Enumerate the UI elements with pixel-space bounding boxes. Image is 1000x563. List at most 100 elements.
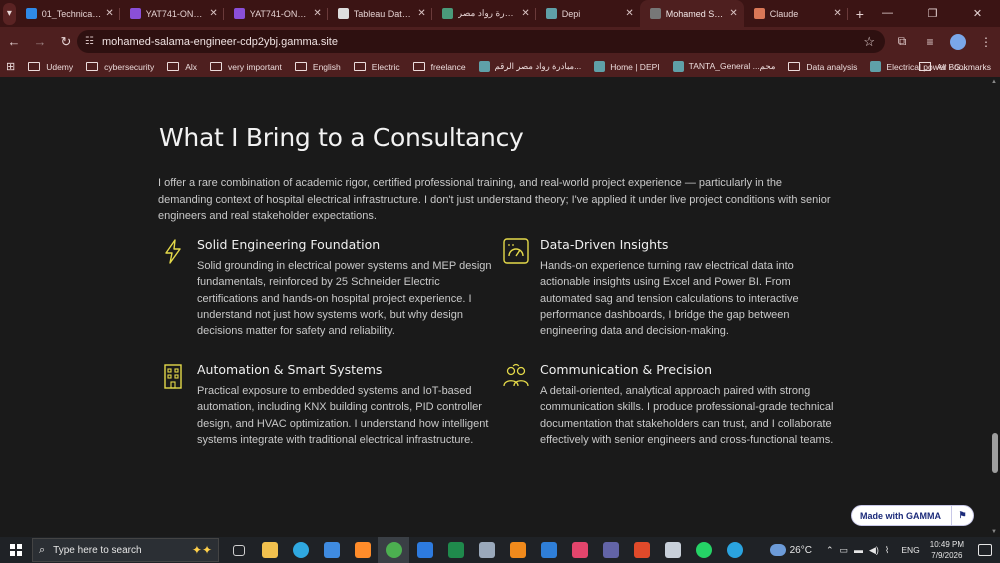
forward-icon[interactable]: → — [28, 34, 52, 49]
app-red-icon[interactable] — [626, 537, 657, 563]
whatsapp-icon[interactable] — [688, 537, 719, 563]
bookmark-label[interactable]: Data analysis — [806, 62, 857, 72]
media-controls-icon[interactable]: ≡ — [916, 35, 944, 49]
tab-close-icon[interactable]: ✕ — [105, 8, 113, 19]
extensions-icon[interactable]: ⧉ — [888, 34, 916, 49]
badge-label[interactable]: Made with GAMMA — [852, 511, 951, 521]
notification-icon[interactable] — [978, 544, 992, 556]
excel-icon[interactable] — [440, 537, 471, 563]
bookmark-label[interactable]: Electric — [372, 62, 400, 72]
browser-tab[interactable]: YAT741-ONL4_DAT✕ — [120, 0, 224, 27]
page-scrollbar[interactable]: ▲ ▼ — [990, 77, 1000, 537]
tab-label[interactable]: YAT741-ONL4_DAT — [146, 9, 206, 19]
store-icon[interactable] — [316, 537, 347, 563]
tab-label[interactable]: Mohamed Salama — [666, 9, 726, 19]
scroll-thumb[interactable] — [992, 433, 998, 473]
bookmark-item[interactable]: Data analysis — [788, 61, 857, 72]
bookmark-label[interactable]: cybersecurity — [104, 62, 154, 72]
keyboard-icon[interactable] — [471, 537, 502, 563]
weather-widget[interactable]: 26°C — [769, 544, 812, 556]
menu-icon[interactable]: ⋮ — [972, 35, 1000, 49]
flag-icon[interactable]: ⚑ — [951, 506, 973, 525]
task-view-icon[interactable] — [223, 537, 254, 563]
made-with-gamma-badge[interactable]: Made with GAMMA ⚑ — [851, 505, 974, 526]
tab-close-icon[interactable]: ✕ — [625, 8, 633, 19]
bookmark-item[interactable]: Udemy — [28, 61, 73, 72]
bookmark-label[interactable]: freelance — [431, 62, 466, 72]
bookmark-label[interactable]: مبادرة رواد مصر الرقم... — [495, 61, 582, 72]
site-info-icon[interactable]: ☷ — [85, 36, 94, 47]
restore-icon[interactable]: ❐ — [910, 7, 955, 20]
volume-icon[interactable]: ◀) — [869, 545, 879, 556]
tab-label[interactable]: Depi — [562, 9, 622, 19]
bookmark-item[interactable]: Home | DEPI — [594, 61, 660, 72]
address-bar[interactable]: ☷ mohamed-salama-engineer-cdp2ybj.gamma.… — [77, 30, 885, 53]
battery-icon[interactable]: ▬ — [854, 545, 863, 555]
bookmark-item[interactable]: TANTA_General ...محم — [672, 61, 776, 72]
telegram-icon[interactable] — [719, 537, 750, 563]
bookmark-star-icon[interactable]: ☆ — [863, 34, 875, 50]
start-button[interactable] — [0, 544, 32, 556]
search-placeholder[interactable]: Type here to search — [53, 545, 141, 556]
minimize-icon[interactable]: — — [865, 7, 910, 20]
bookmark-item[interactable]: very important — [210, 61, 282, 72]
bookmark-label[interactable]: English — [313, 62, 341, 72]
tab-close-icon[interactable]: ✕ — [313, 8, 321, 19]
profile-avatar[interactable] — [950, 33, 966, 50]
apps-grid-icon[interactable]: ⊞ — [6, 60, 15, 73]
bookmark-label[interactable]: Udemy — [46, 62, 73, 72]
close-window-icon[interactable]: ✕ — [955, 7, 1000, 20]
bookmark-label[interactable]: very important — [228, 62, 282, 72]
app-colorful-icon[interactable] — [564, 537, 595, 563]
tab-search-icon[interactable]: ▾ — [3, 2, 16, 25]
tab-label[interactable]: 01_Technical - On — [42, 9, 102, 19]
bookmark-item[interactable]: Electric — [353, 61, 400, 72]
chrome-icon[interactable] — [378, 537, 409, 563]
browser-tab[interactable]: مبادرة رواد مصر ✕ — [432, 0, 536, 27]
vlc-icon[interactable] — [502, 537, 533, 563]
tab-label[interactable]: Tableau Data Rea — [354, 9, 414, 19]
tab-close-icon[interactable]: ✕ — [729, 8, 737, 19]
browser-tab[interactable]: Depi ✕ — [536, 0, 640, 27]
bookmark-item[interactable]: English — [294, 61, 341, 72]
bookmark-item[interactable]: cybersecurity — [86, 61, 154, 72]
scroll-up-icon[interactable]: ▲ — [991, 79, 997, 85]
tab-close-icon[interactable]: ✕ — [417, 8, 425, 19]
edge-icon[interactable] — [285, 537, 316, 563]
tab-label[interactable]: YAT741-ONL4_DAT — [250, 9, 310, 19]
bookmark-label[interactable]: Alx — [185, 62, 197, 72]
bookmark-label[interactable]: Home | DEPI — [610, 62, 659, 72]
bookmark-item[interactable]: مبادرة رواد مصر الرقم... — [478, 61, 582, 72]
teams-icon[interactable] — [595, 537, 626, 563]
all-bookmarks-button[interactable]: All Bookmarks — [918, 62, 991, 72]
bookmark-item[interactable]: freelance — [412, 61, 466, 72]
scroll-down-icon[interactable]: ▼ — [991, 529, 997, 535]
meet-icon[interactable]: ▭ — [839, 545, 848, 556]
browser-tab[interactable]: 01_Technical - On✕ — [16, 0, 120, 27]
clock[interactable]: 10:49 PM 7/9/2026 — [930, 539, 964, 561]
browser-tab[interactable]: Tableau Data Rea✕ — [328, 0, 432, 27]
app-blue-icon[interactable] — [533, 537, 564, 563]
tab-label[interactable]: مبادرة رواد مصر — [458, 8, 518, 19]
taskbar-search-box[interactable]: ⌕ Type here to search ✦✦ — [32, 538, 219, 562]
mail-icon[interactable] — [409, 537, 440, 563]
app-grid-icon[interactable] — [657, 537, 688, 563]
tab-close-icon[interactable]: ✕ — [209, 8, 217, 19]
tab-close-icon[interactable]: ✕ — [521, 8, 529, 19]
chevron-up-icon[interactable]: ⌃ — [826, 545, 834, 556]
file-explorer-icon[interactable] — [254, 537, 285, 563]
new-tab-button[interactable]: + — [856, 6, 865, 22]
language-indicator[interactable]: ENG — [901, 545, 919, 555]
sublime-icon[interactable] — [347, 537, 378, 563]
bookmark-label[interactable]: TANTA_General ...محم — [689, 61, 776, 72]
tab-label[interactable]: Claude — [770, 9, 830, 19]
network-icon[interactable]: ⌇ — [885, 545, 889, 556]
bookmark-item[interactable]: Alx — [167, 61, 197, 72]
browser-tab[interactable]: Claude ✕ — [744, 0, 848, 27]
reload-icon[interactable]: ↻ — [54, 34, 78, 50]
url-text[interactable]: mohamed-salama-engineer-cdp2ybj.gamma.si… — [102, 36, 338, 48]
back-icon[interactable]: ← — [2, 34, 26, 49]
browser-tab[interactable]: Mohamed Salama✕ — [639, 0, 744, 27]
browser-tab[interactable]: YAT741-ONL4_DAT✕ — [224, 0, 328, 27]
tab-close-icon[interactable]: ✕ — [833, 8, 841, 19]
